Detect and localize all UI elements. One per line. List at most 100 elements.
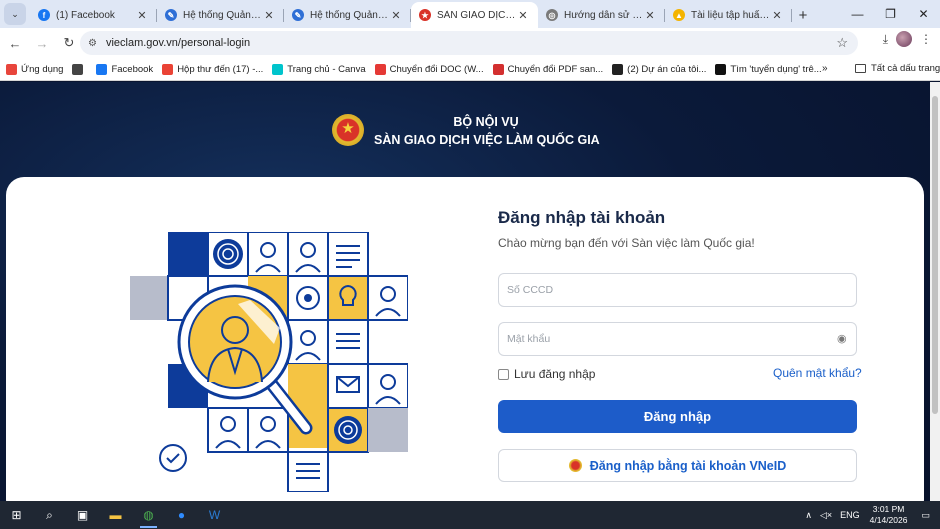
bookmark-item[interactable]: Chuyển đổi PDF san...	[492, 63, 604, 75]
new-tab-button[interactable]: +	[792, 2, 814, 28]
drive-icon: ▲	[673, 9, 685, 21]
page-scrollbar[interactable]	[930, 82, 940, 501]
bookmark-label: Chuyển đổi DOC (W...	[389, 63, 484, 75]
scrollbar-thumb[interactable]	[932, 96, 938, 414]
tab[interactable]: ✎ Hệ thống Quản lý văn✕	[157, 2, 284, 28]
remember-label[interactable]: Lưu đăng nhập	[514, 367, 595, 381]
reload-icon: ↻	[63, 35, 75, 50]
close-tab-icon[interactable]: ✕	[135, 9, 149, 22]
windows-taskbar: ⊞ ⌕ ▣ ▬ ◍ ● W ∧ ◁× ENG 3:01 PM 4/14/2026…	[0, 501, 940, 529]
login-subtitle: Chào mừng bạn đến với Sàn việc làm Quốc …	[498, 236, 755, 250]
gmail-icon	[162, 63, 174, 75]
national-emblem-logo	[332, 114, 364, 146]
search-icon[interactable]: ⌕	[33, 501, 66, 529]
forgot-password-link[interactable]: Quên mật khẩu?	[773, 366, 862, 380]
canva-icon	[272, 63, 284, 75]
password-input[interactable]	[498, 322, 857, 356]
notification-icon[interactable]: ▭	[921, 510, 930, 521]
close-window-button[interactable]: ✕	[907, 0, 940, 28]
login-title: Đăng nhập tài khoản	[498, 208, 666, 227]
quill-icon: ✎	[165, 9, 177, 21]
forward-button[interactable]: →	[30, 31, 54, 55]
citizen-id-input[interactable]	[498, 273, 857, 307]
bookmark-item[interactable]: Trang chủ - Canva	[272, 63, 366, 75]
site-name: SÀN GIAO DỊCH VIỆC LÀM QUỐC GIA	[374, 133, 600, 147]
tab[interactable]: ◎ Hướng dẫn sử dụng✕	[538, 2, 665, 28]
tab-title: Hướng dẫn sử dụng	[564, 9, 643, 21]
menu-kebab-icon[interactable]: ⋮	[920, 32, 932, 46]
maximize-button[interactable]: ❐	[874, 0, 907, 28]
remember-checkbox[interactable]	[498, 369, 509, 380]
quill-icon: ✎	[292, 9, 304, 21]
file-explorer-icon[interactable]: ▬	[99, 501, 132, 529]
bookmark-item[interactable]: Ứng dụng	[6, 63, 64, 75]
tab-title: SÀN GIAO DỊCH VIỆC	[437, 9, 516, 21]
window-controls: — ❐ ✕	[841, 0, 940, 28]
project-icon	[612, 63, 624, 75]
bookmarks-bar: Ứng dụng Facebook Hộp thư đến (17) -... Tra…	[0, 58, 940, 81]
bookmark-star-icon[interactable]: ☆	[836, 35, 848, 51]
tab-title: Hệ thống Quản lý văn	[310, 9, 389, 21]
bookmark-label: Tìm 'tuyển dụng' trê...	[730, 63, 822, 75]
folder-icon	[855, 64, 866, 73]
plus-icon: +	[798, 6, 808, 24]
tab[interactable]: ▲ Tài liệu tập huấn hệ t✕	[665, 2, 792, 28]
bookmark-item[interactable]: Tìm 'tuyển dụng' trê...	[715, 63, 822, 75]
clock-time: 3:01 PM	[872, 504, 905, 514]
volume-icon[interactable]: ◁×	[820, 510, 832, 521]
bookmark-item[interactable]: (2) Dự án của tôi...	[612, 63, 707, 75]
chrome-icon[interactable]: ◍	[132, 501, 165, 529]
bookmark-item[interactable]: Hộp thư đến (17) -...	[162, 63, 264, 75]
profile-avatar[interactable]	[896, 31, 912, 47]
web-page: BỘ NỘI VỤ SÀN GIAO DỊCH VIỆC LÀM QUỐC GI…	[0, 82, 930, 501]
tab[interactable]: f (1) Facebook ✕	[30, 2, 157, 28]
login-card: Đăng nhập tài khoản Chào mừng bạn đến vớ…	[6, 177, 924, 501]
task-view-icon[interactable]: ▣	[66, 501, 99, 529]
system-tray: ∧ ◁× ENG 3:01 PM 4/14/2026 ▭	[797, 501, 940, 529]
bookmark-item[interactable]	[72, 63, 87, 75]
vneid-login-button[interactable]: Đăng nhập bằng tài khoản VNeID	[498, 449, 857, 482]
tab[interactable]: ✎ Hệ thống Quản lý văn✕	[284, 2, 411, 28]
bookmark-label: (2) Dự án của tôi...	[627, 63, 707, 75]
close-tab-icon[interactable]: ✕	[770, 9, 784, 22]
bookmark-item[interactable]: Chuyển đổi DOC (W...	[374, 63, 484, 75]
bookmark-item[interactable]: Facebook	[96, 63, 153, 75]
ministry-name: BỘ NỘI VỤ	[453, 115, 519, 129]
bookmark-label: Chuyển đổi PDF san...	[507, 63, 604, 75]
zalo-icon[interactable]: ●	[165, 501, 198, 529]
tab[interactable]: ★ SÀN GIAO DỊCH VIỆC✕	[411, 2, 538, 28]
login-button[interactable]: Đăng nhập	[498, 400, 857, 433]
tab-search-button[interactable]: ⌄	[4, 3, 26, 25]
bookmark-label: Hộp thư đến (17) -...	[177, 63, 264, 75]
back-button[interactable]: ←	[3, 31, 27, 55]
close-tab-icon[interactable]: ✕	[262, 9, 276, 22]
language-indicator[interactable]: ENG	[840, 510, 860, 520]
job-search-illustration	[130, 232, 408, 492]
facebook-icon	[96, 63, 108, 75]
show-password-eye-icon[interactable]: ◉	[837, 332, 847, 345]
clock[interactable]: 3:01 PM 4/14/2026	[870, 504, 908, 526]
site-info-icon[interactable]: ⚙	[88, 38, 97, 49]
apps-grid-icon	[6, 63, 17, 75]
all-bookmarks-button[interactable]: Tất cả dấu trang	[855, 63, 940, 74]
bookmark-label: Trang chủ - Canva	[287, 63, 366, 75]
minimize-button[interactable]: —	[841, 0, 874, 28]
convert-icon	[374, 63, 386, 75]
all-bookmarks-label: Tất cả dấu trang	[871, 63, 940, 74]
tab-groups-icon	[72, 63, 84, 75]
close-tab-icon[interactable]: ✕	[643, 9, 657, 22]
chevron-down-icon: ⌄	[11, 8, 19, 19]
bookmarks-overflow-chevron-icon[interactable]: »	[822, 63, 828, 74]
close-tab-icon[interactable]: ✕	[389, 9, 403, 22]
windows-start-icon[interactable]: ⊞	[0, 501, 33, 529]
close-tab-icon[interactable]: ✕	[516, 9, 530, 22]
word-icon[interactable]: W	[198, 501, 231, 529]
reload-button[interactable]: ↻	[57, 31, 81, 55]
bookmark-list: Ứng dụng Facebook Hộp thư đến (17) -... Tra…	[6, 63, 831, 75]
emblem-icon: ★	[419, 9, 431, 21]
url-field[interactable]: ⚙ vieclam.gov.vn/personal-login ☆	[80, 31, 858, 55]
download-icon[interactable]: ⤓	[883, 32, 888, 47]
bookmark-label: Ứng dụng	[21, 63, 64, 75]
arrow-right-icon: →	[35, 35, 49, 51]
tray-chevron-up-icon[interactable]: ∧	[805, 510, 812, 521]
